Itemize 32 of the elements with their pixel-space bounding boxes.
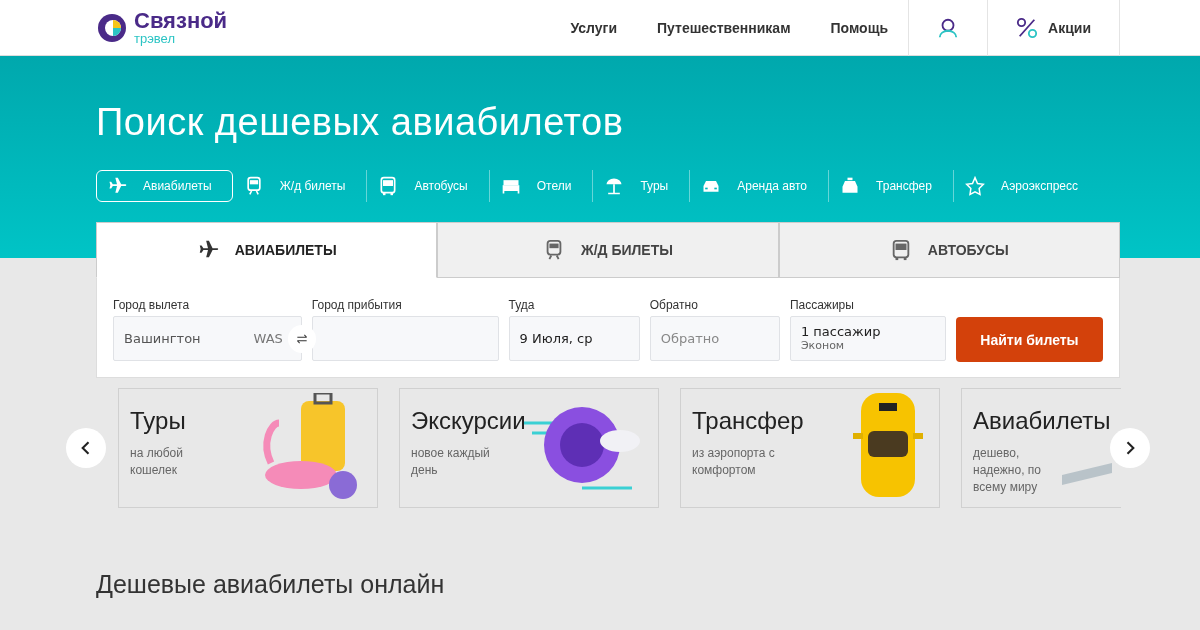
card-text: новое каждый день: [411, 445, 491, 479]
promo-link[interactable]: Акции: [1048, 19, 1091, 36]
nav-link[interactable]: Услуги: [550, 19, 638, 36]
logo-subtitle: трэвел: [134, 32, 176, 45]
card-text: на любой кошелек: [130, 445, 184, 479]
nav-link[interactable]: Помощь: [810, 19, 909, 36]
search-button[interactable]: Найти билеты: [955, 317, 1103, 362]
search-tab[interactable]: АВИАБИЛЕТЫ: [96, 222, 438, 278]
field-label: Обратно: [649, 298, 699, 312]
field-label: Город вылета: [113, 298, 191, 312]
promo-card[interactable]: Экскурсии новое каждый день: [399, 388, 659, 508]
search-tab[interactable]: АВТОБУСЫ: [778, 222, 1120, 278]
city-field[interactable]: Вашингтон WAS: [113, 316, 302, 361]
passengers-field[interactable]: 1 пассажир Эконом: [789, 316, 946, 361]
nav-link[interactable]: Путешественникам: [637, 19, 811, 36]
card-title: Туры: [130, 407, 187, 435]
promo-card[interactable]: Туры на любой кошелек: [118, 388, 378, 508]
promo-card[interactable]: Авиабилеты дешево, надежно, по всему миру: [961, 388, 1121, 508]
card-title: Экскурсии: [411, 407, 527, 435]
logo-text: Связной: [134, 10, 228, 32]
date-field[interactable]: 9 Июля, ср: [508, 316, 640, 361]
card-text: дешево, надежно, по всему миру: [973, 445, 1042, 496]
card-title: Авиабилеты: [973, 407, 1112, 435]
section-title: Дешевые авиабилеты онлайн: [96, 569, 446, 599]
card-text: из аэропорта с комфортом: [692, 445, 776, 479]
page-title: Поиск дешевых авиабилетов: [96, 100, 625, 145]
field-label: Город прибытия: [311, 298, 403, 312]
card-title: Трансфер: [692, 407, 805, 435]
field-label: Пассажиры: [789, 298, 855, 312]
search-tab[interactable]: Ж/Д БИЛЕТЫ: [437, 222, 779, 278]
promo-card[interactable]: Трансфер из аэропорта с комфортом: [680, 388, 940, 508]
field-label: Туда: [508, 298, 536, 312]
